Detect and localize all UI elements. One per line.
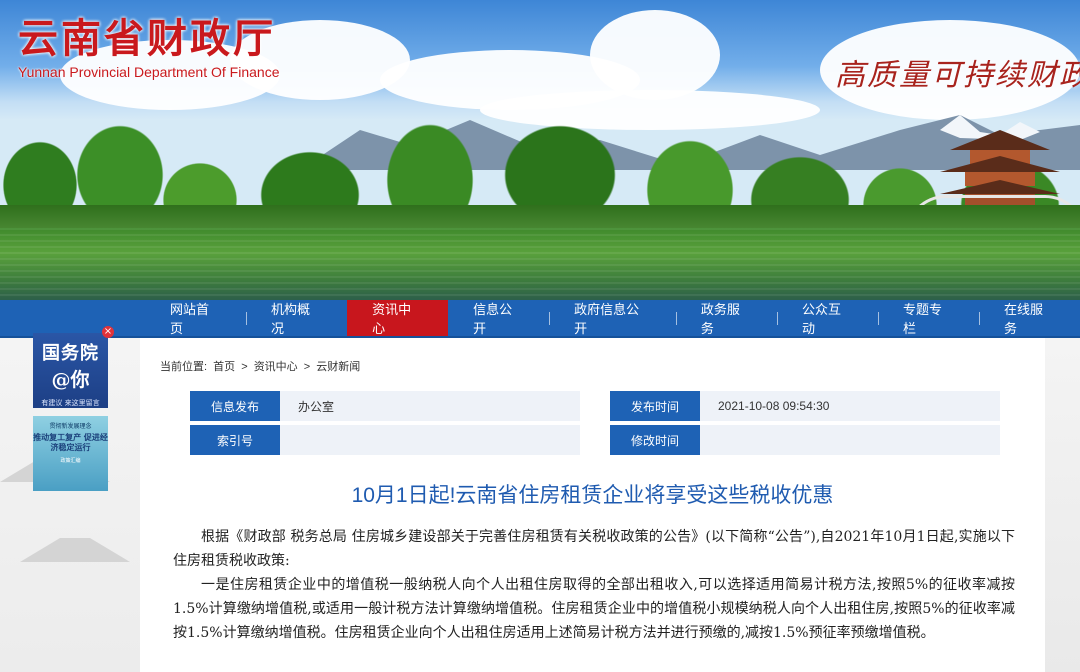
nav-item-label: 在线服务 (1004, 302, 1044, 336)
breadcrumb-link-yuncai-news[interactable]: 云财新闻 (316, 361, 360, 373)
right-decoration (1045, 338, 1080, 672)
nav-item-label: 公众互动 (801, 302, 841, 336)
nav-item-services[interactable]: 政务服务 (675, 300, 777, 336)
nav-item-online-services[interactable]: 在线服务 (979, 300, 1080, 336)
breadcrumb-separator: > (303, 361, 311, 373)
breadcrumb-prefix: 当前位置: (160, 361, 208, 373)
meta-label: 信息发布 (190, 391, 280, 421)
ad-line: 有建议 来这里留言 (41, 399, 100, 407)
roof-decoration (20, 538, 130, 562)
nav-item-label: 资讯中心 (372, 302, 412, 336)
header-banner: 云南省财政厅 Yunnan Provincial Department Of F… (0, 0, 1080, 300)
breadcrumb: 当前位置: 首页 > 资讯中心 > 云财新闻 (160, 358, 363, 374)
nav-item-about[interactable]: 机构概况 (246, 300, 347, 336)
meta-label: 索引号 (190, 425, 280, 455)
meta-value (280, 425, 580, 455)
main-content: 当前位置: 首页 > 资讯中心 > 云财新闻 信息发布 办公室 发布时间 202… (140, 338, 1045, 672)
close-icon[interactable]: × (102, 326, 114, 338)
ad-line: 政策汇编 (60, 458, 81, 464)
article-paragraph: 一是住房租赁企业中的增值税一般纳税人向个人出租住房取得的全部出租收入,可以选择适… (173, 577, 1015, 641)
meta-publish-time: 发布时间 2021-10-08 09:54:30 (610, 391, 1000, 421)
main-nav: 网站首页 机构概况 资讯中心 信息公开 政府信息公开 政务服务 公众互动 专题专… (0, 300, 1080, 338)
nav-item-gov-info[interactable]: 政府信息公开 (549, 300, 676, 336)
breadcrumb-separator: > (241, 361, 248, 373)
nav-item-label: 政务服务 (700, 302, 740, 336)
nav-item-home[interactable]: 网站首页 (145, 300, 246, 336)
slogan: 高质量可持续财政 (835, 58, 1080, 93)
nav-item-label: 政府信息公开 (574, 302, 640, 336)
meta-label: 发布时间 (610, 391, 700, 421)
state-council-ad[interactable]: 国务院 @你 有建议 来这里留言 (33, 333, 108, 408)
nav-item-interaction[interactable]: 公众互动 (776, 300, 878, 336)
article-paragraph: 根据《财政部 税务总局 住房城乡建设部关于完善住房租赁有关税收政策的公告》(以下… (173, 529, 1015, 569)
meta-label: 修改时间 (610, 425, 700, 455)
breadcrumb-link-home[interactable]: 首页 (213, 361, 235, 373)
meta-value: 2021-10-08 09:54:30 (700, 391, 1000, 421)
meta-value: 办公室 (280, 391, 580, 421)
nav-item-label: 网站首页 (170, 302, 210, 336)
breadcrumb-link-news-center[interactable]: 资讯中心 (254, 361, 298, 373)
ad-line: @你 (51, 369, 90, 391)
nav-item-news[interactable]: 资讯中心 (347, 300, 449, 336)
nav-item-info-disclosure[interactable]: 信息公开 (448, 300, 549, 336)
nav-item-label: 信息公开 (473, 302, 513, 336)
policy-ad[interactable]: 贯彻新发展理念 推动复工复产 促进经济稳定运行 政策汇编 (33, 416, 108, 491)
nav-item-topics[interactable]: 专题专栏 (877, 300, 979, 336)
ad-line: 国务院 (42, 343, 99, 364)
site-subtitle: Yunnan Provincial Department Of Finance (18, 64, 280, 80)
meta-index: 索引号 (190, 425, 580, 455)
meta-publisher: 信息发布 办公室 (190, 391, 580, 421)
meta-modified-time: 修改时间 (610, 425, 1000, 455)
article-title: 10月1日起!云南省住房租赁企业将享受这些税收优惠 (351, 484, 834, 507)
ad-line: 贯彻新发展理念 (49, 423, 92, 430)
ad-line: 推动复工复产 促进经济稳定运行 (33, 433, 108, 452)
meta-value (700, 425, 1000, 455)
nav-item-label: 机构概况 (271, 302, 311, 336)
site-title[interactable]: 云南省财政厅 (18, 6, 276, 64)
cloud (590, 10, 720, 100)
lake (0, 228, 1080, 300)
article-body: 根据《财政部 税务总局 住房城乡建设部关于完善住房租赁有关税收政策的公告》(以下… (173, 525, 1015, 645)
nav-item-label: 专题专栏 (902, 302, 942, 336)
